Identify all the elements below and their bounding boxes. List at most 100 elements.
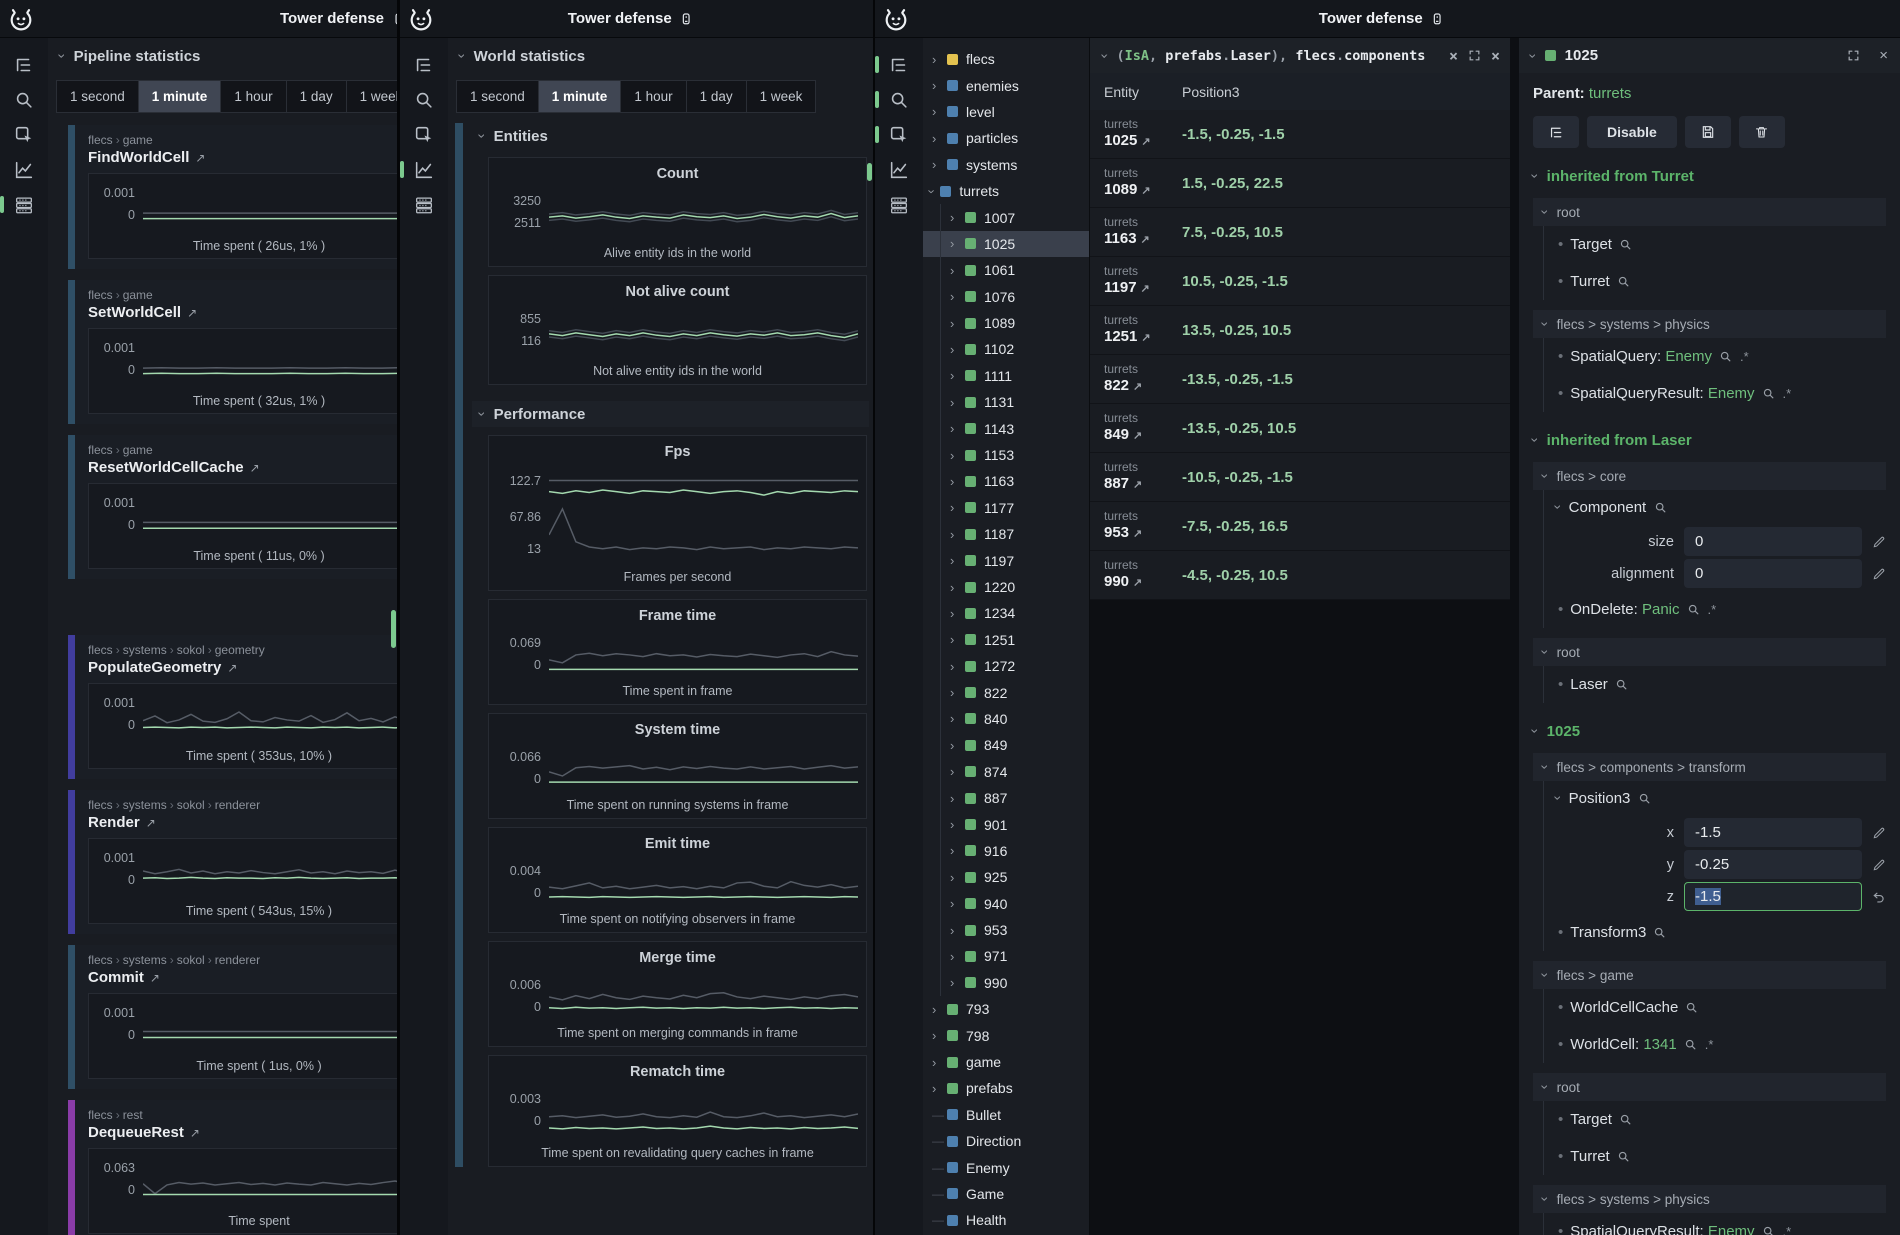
tree-item-1025[interactable]: ›1025 [923, 231, 1089, 257]
edit-icon[interactable] [1872, 535, 1886, 549]
chevron-right-icon[interactable]: › [932, 52, 947, 67]
sidebar-tree-icon[interactable] [0, 47, 48, 82]
inspector-close-icon[interactable]: × [1879, 47, 1888, 64]
chevron-right-icon[interactable]: › [932, 1002, 947, 1017]
open-link-icon[interactable]: ↗ [1133, 528, 1142, 540]
query-result-row[interactable]: turrets990↗-4.5, -0.25, 10.5 [1090, 551, 1510, 600]
chevron-right-icon[interactable]: › [950, 368, 965, 383]
open-link-icon[interactable]: ↗ [1141, 332, 1150, 344]
field-input-size[interactable]: 0 [1684, 527, 1862, 556]
component-value-link[interactable]: 1341 [1643, 1036, 1676, 1053]
chevron-right-icon[interactable]: › [950, 975, 965, 990]
tree-item-1220[interactable]: ›1220 [923, 574, 1089, 600]
search-icon[interactable] [1617, 275, 1630, 288]
component-value-link[interactable]: Panic [1642, 601, 1680, 618]
chevron-right-icon[interactable]: › [950, 395, 965, 410]
expand-icon[interactable] [1468, 49, 1481, 62]
chevron-right-icon[interactable]: › [950, 659, 965, 674]
chevron-right-icon[interactable]: › [950, 210, 965, 225]
time-range-tab[interactable]: 1 hour [621, 81, 686, 112]
field-input-y[interactable]: -0.25 [1684, 850, 1862, 879]
tree-item-1007[interactable]: ›1007 [923, 204, 1089, 230]
query-close-icon[interactable]: × [1491, 47, 1500, 65]
field-input-x[interactable]: -1.5 [1684, 818, 1862, 847]
query-result-row[interactable]: turrets822↗-13.5, -0.25, -1.5 [1090, 355, 1510, 404]
chevron-right-icon[interactable]: › [950, 448, 965, 463]
edit-icon[interactable] [1872, 826, 1886, 840]
system-name-link[interactable]: ResetWorldCellCache [88, 459, 244, 476]
tree-item-1163[interactable]: ›1163 [923, 468, 1089, 494]
tree-item-enemies[interactable]: ›enemies [923, 72, 1089, 98]
edit-icon[interactable] [1872, 858, 1886, 872]
system-name-link[interactable]: PopulateGeometry [88, 659, 221, 676]
sidebar-tree-icon[interactable] [400, 47, 448, 82]
chevron-right-icon[interactable]: › [950, 421, 965, 436]
time-range-tab[interactable]: 1 day [687, 81, 747, 112]
chevron-right-icon[interactable]: › [950, 289, 965, 304]
component-header-Position3[interactable]: ›Position3 [1544, 781, 1886, 815]
chevron-right-icon[interactable]: › [950, 342, 965, 357]
search-icon[interactable] [1685, 1001, 1698, 1014]
tree-item-793[interactable]: ›793 [923, 996, 1089, 1022]
open-link-icon[interactable]: ↗ [1141, 136, 1150, 148]
tree-item-1177[interactable]: ›1177 [923, 495, 1089, 521]
component-item[interactable]: •Turret [1544, 263, 1886, 300]
system-name-link[interactable]: Commit [88, 969, 144, 986]
tree-item-Health[interactable]: —Health [923, 1207, 1089, 1233]
component-item[interactable]: •SpatialQueryResult: Enemy.* [1544, 375, 1886, 412]
tree-item-1234[interactable]: ›1234 [923, 600, 1089, 626]
module-path-header[interactable]: ›flecs > components > transform [1533, 753, 1886, 781]
chevron-right-icon[interactable]: › [950, 711, 965, 726]
tree-item-level[interactable]: ›level [923, 99, 1089, 125]
sidebar-chart-icon[interactable] [400, 152, 448, 187]
time-range-tab[interactable]: 1 hour [221, 81, 286, 112]
open-link-icon[interactable]: ↗ [227, 661, 237, 675]
search-icon[interactable] [1615, 678, 1628, 691]
sidebar-chart-icon[interactable] [875, 152, 923, 187]
chevron-right-icon[interactable]: › [950, 316, 965, 331]
expand-icon[interactable] [1847, 49, 1860, 62]
time-range-tab[interactable]: 1 minute [539, 81, 622, 112]
chevron-right-icon[interactable]: › [950, 923, 965, 938]
chevron-right-icon[interactable]: › [950, 949, 965, 964]
tree-item-particles[interactable]: ›particles [923, 125, 1089, 151]
tree-item-1197[interactable]: ›1197 [923, 547, 1089, 573]
chevron-right-icon[interactable]: › [950, 764, 965, 779]
chevron-right-icon[interactable]: › [950, 870, 965, 885]
result-entity[interactable]: turrets822↗ [1090, 363, 1182, 394]
panel-header-world[interactable]: › World statistics [448, 38, 873, 74]
sidebar-search-icon[interactable] [400, 82, 448, 117]
module-path-header[interactable]: ›root [1533, 638, 1886, 666]
sidebar-inspect-icon[interactable] [400, 117, 448, 152]
component-value-link[interactable]: Enemy [1708, 1223, 1755, 1235]
module-path-header[interactable]: ›root [1533, 198, 1886, 226]
system-name-link[interactable]: SetWorldCell [88, 304, 181, 321]
chevron-right-icon[interactable]: › [950, 527, 965, 542]
time-range-tab[interactable]: 1 week [747, 81, 816, 112]
tree-item-849[interactable]: ›849 [923, 732, 1089, 758]
open-link-icon[interactable]: ↗ [1141, 185, 1150, 197]
component-value-link[interactable]: Enemy [1665, 348, 1712, 365]
chevron-right-icon[interactable]: › [950, 263, 965, 278]
query-result-row[interactable]: turrets1197↗10.5, -0.25, -1.5 [1090, 257, 1510, 306]
tree-item-1131[interactable]: ›1131 [923, 389, 1089, 415]
system-name-link[interactable]: Render [88, 814, 140, 831]
tree-item-798[interactable]: ›798 [923, 1022, 1089, 1048]
open-link-icon[interactable]: ↗ [187, 306, 197, 320]
result-entity[interactable]: turrets887↗ [1090, 461, 1182, 492]
chevron-down-icon[interactable]: › [925, 189, 940, 193]
disable-button[interactable]: Disable [1587, 116, 1677, 148]
result-entity[interactable]: turrets1163↗ [1090, 216, 1182, 247]
scrollbar-thumb[interactable] [867, 163, 872, 181]
chevron-right-icon[interactable]: › [932, 157, 947, 172]
chevron-right-icon[interactable]: › [950, 896, 965, 911]
tree-item-systems[interactable]: ›systems [923, 152, 1089, 178]
search-icon[interactable] [1762, 1225, 1775, 1235]
result-entity[interactable]: turrets953↗ [1090, 510, 1182, 541]
open-link-icon[interactable]: ↗ [1141, 234, 1150, 246]
tree-item-1111[interactable]: ›1111 [923, 363, 1089, 389]
query-result-row[interactable]: turrets953↗-7.5, -0.25, 16.5 [1090, 502, 1510, 551]
chevron-right-icon[interactable]: › [950, 632, 965, 647]
chevron-right-icon[interactable]: › [950, 791, 965, 806]
search-icon[interactable] [1687, 603, 1700, 616]
